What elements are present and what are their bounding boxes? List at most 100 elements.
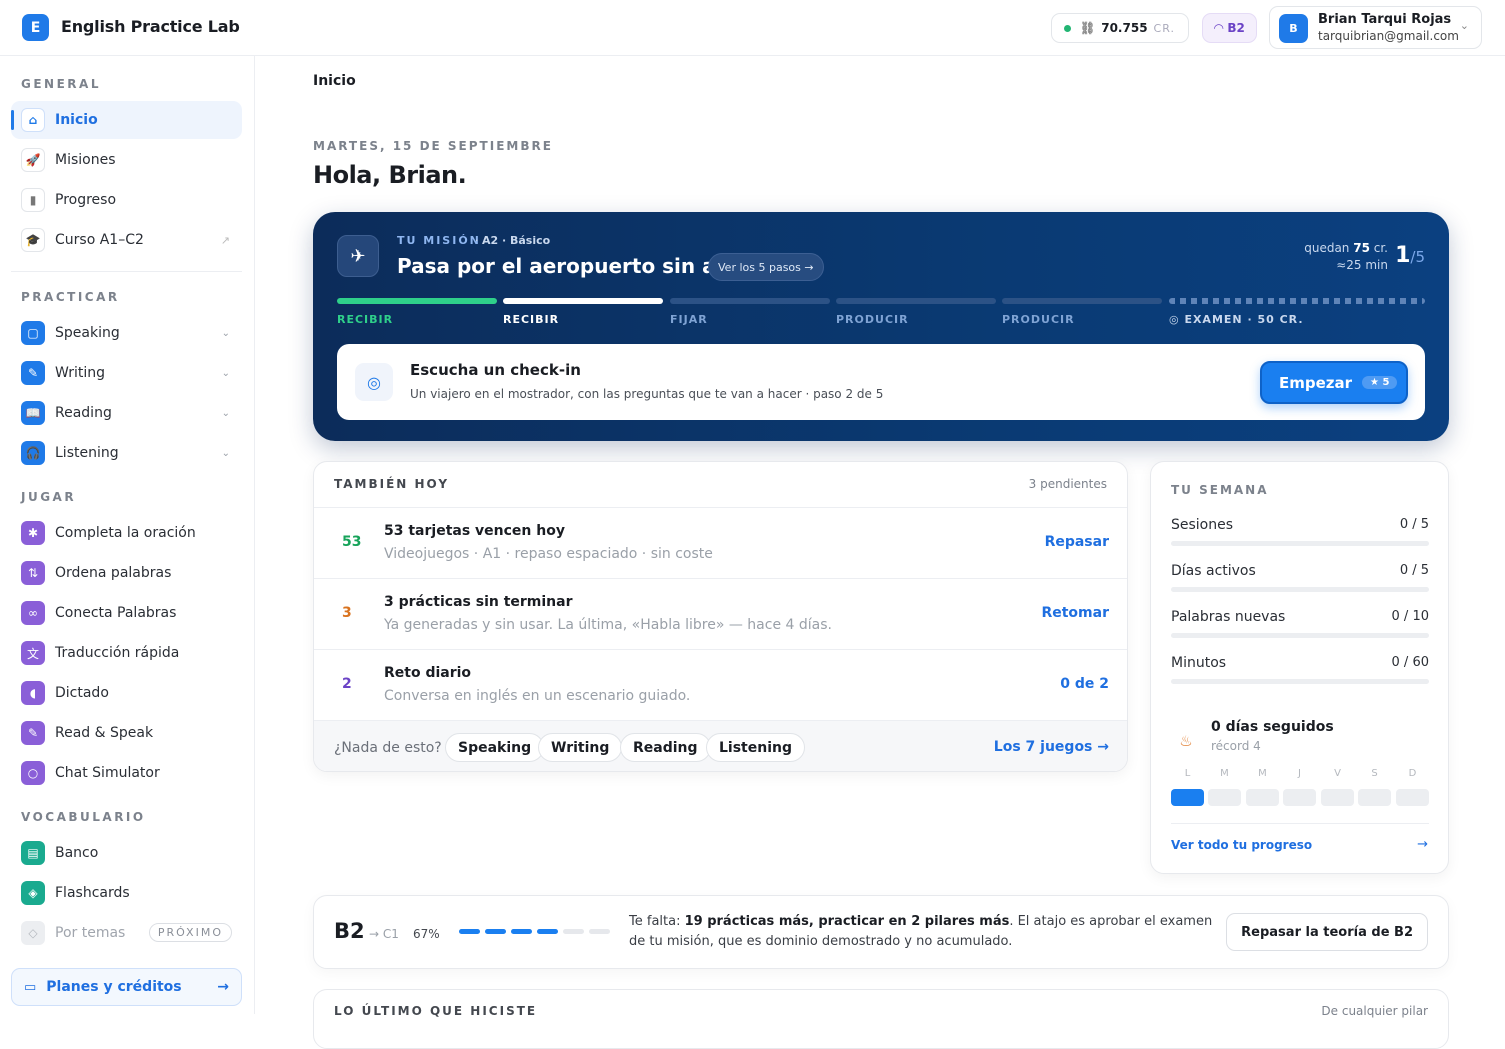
step-progress-3 (670, 298, 830, 304)
level-progress-segment (537, 929, 558, 934)
sidebar-item-label: Reading (55, 405, 112, 421)
plans-credits-button[interactable]: ▭ Planes y créditos → (11, 968, 242, 1006)
item-subtitle: Conversa en inglés en un escenario guiad… (384, 688, 691, 704)
all-games-link[interactable]: Los 7 juegos → (994, 739, 1109, 755)
chip-writing[interactable]: Writing (538, 733, 623, 762)
step-label-2: RECIBIR (503, 313, 560, 326)
app-logo[interactable]: E (22, 14, 49, 41)
remaining-suffix: cr. (1369, 241, 1388, 255)
translate-icon: 文 (21, 641, 45, 665)
day-label: M (1220, 768, 1229, 779)
level-progress-segment (563, 929, 584, 934)
next-level: → C1 (369, 927, 399, 941)
sidebar-item-label: Flashcards (55, 885, 130, 901)
sidebar-item-traduccion[interactable]: 文 Traducción rápida (11, 634, 242, 672)
task-title: Escucha un check-in (410, 361, 581, 379)
last-activity-filter[interactable]: De cualquier pilar (1321, 1004, 1428, 1018)
sidebar-item-writing[interactable]: ✎ Writing ⌄ (11, 354, 242, 392)
message-icon: ○ (21, 761, 45, 785)
arrow-right-icon[interactable]: → (1417, 837, 1428, 852)
sidebar-item-inicio[interactable]: ⌂ Inicio (11, 101, 242, 139)
flame-icon: ♨ (1179, 732, 1193, 750)
arrow-right-icon: → (217, 979, 229, 995)
sidebar-item-flashcards[interactable]: ◈ Flashcards (11, 874, 242, 912)
chip-listening[interactable]: Listening (706, 733, 805, 762)
target-icon: ◎ (355, 363, 393, 401)
chevron-down-icon: ⌄ (221, 327, 230, 339)
view-progress-link[interactable]: Ver todo tu progreso (1171, 838, 1312, 852)
sidebar-item-speaking[interactable]: ▢ Speaking ⌄ (11, 314, 242, 352)
mission-card: ✈ TU MISIÓN · A2 · Básico Pasa por el ae… (313, 212, 1449, 441)
review-button[interactable]: Repasar (1045, 534, 1109, 550)
sidebar-item-banco[interactable]: ▤ Banco (11, 834, 242, 872)
list-item[interactable]: 3 3 prácticas sin terminar Ya generadas … (314, 578, 1127, 649)
chevron-down-icon: ⌄ (221, 447, 230, 459)
streak-text: 0 días seguidos (1211, 719, 1334, 735)
link-icon: ∞ (21, 601, 45, 625)
wallet-icon: ▭ (24, 979, 37, 995)
sidebar-item-completa[interactable]: ✱ Completa la oración (11, 514, 242, 552)
level-badge[interactable]: ◠ B2 (1202, 13, 1257, 43)
bar-chart-icon: ▮ (21, 188, 45, 212)
stat-label: Días activos (1171, 563, 1256, 579)
sidebar-item-label: Writing (55, 365, 105, 381)
sidebar-item-curso[interactable]: 🎓 Curso A1–C2 ↗ (11, 221, 242, 259)
review-theory-button[interactable]: Repasar la teoría de B2 (1226, 913, 1428, 951)
sidebar-item-ordena[interactable]: ⇅ Ordena palabras (11, 554, 242, 592)
stat-value: 0 / 60 (1391, 655, 1429, 670)
also-today-card: TAMBIÉN HOY 3 pendientes 53 53 tarjetas … (313, 461, 1128, 772)
sidebar-item-reading[interactable]: 📖 Reading ⌄ (11, 394, 242, 432)
week-stat-minutos: Minutos 0 / 60 (1171, 655, 1429, 684)
sidebar-item-conecta[interactable]: ∞ Conecta Palabras (11, 594, 242, 632)
user-menu[interactable]: B Brian Tarqui Rojas tarquibrian@gmail.c… (1269, 6, 1482, 49)
sidebar-item-label: Completa la oración (55, 525, 196, 541)
pencil-icon: ✎ (21, 361, 45, 385)
day-box (1283, 789, 1316, 806)
credits-unit: CR. (1153, 21, 1175, 35)
sidebar-item-misiones[interactable]: 🚀 Misiones (11, 141, 242, 179)
chip-reading[interactable]: Reading (620, 733, 711, 762)
app-name[interactable]: English Practice Lab (61, 17, 240, 36)
footer-question: ¿Nada de esto? (334, 740, 442, 756)
sidebar-item-dictado[interactable]: ◖ Dictado (11, 674, 242, 712)
status-dot (1064, 24, 1071, 32)
sidebar-item-label: Ordena palabras (55, 565, 172, 581)
breadcrumb: Inicio (313, 73, 356, 89)
credits-badge[interactable]: ⛓ 70.755 CR. (1051, 13, 1189, 43)
section-general: GENERAL (21, 77, 101, 91)
mission-label: TU MISIÓN (397, 234, 481, 247)
list-item[interactable]: 2 Reto diario Conversa en inglés en un e… (314, 649, 1127, 720)
level-advice: Te falta: 19 prácticas más, practicar en… (629, 912, 1229, 952)
day-box (1208, 789, 1241, 806)
divider (11, 271, 242, 272)
sidebar-item-label: Banco (55, 845, 99, 861)
sidebar-item-read-speak[interactable]: ✎ Read & Speak (11, 714, 242, 752)
reward-pill: ★ 5 (1362, 376, 1398, 389)
day-box (1358, 789, 1391, 806)
start-button[interactable]: Empezar ★ 5 (1260, 361, 1408, 404)
sidebar-item-label: Traducción rápida (55, 645, 180, 661)
remaining-prefix: quedan (1304, 241, 1354, 255)
user-name: Brian Tarqui Rojas (1318, 12, 1452, 27)
sidebar-item-listening[interactable]: 🎧 Listening ⌄ (11, 434, 242, 472)
day-label: S (1371, 768, 1378, 779)
step-current: 1 (1395, 243, 1411, 268)
coming-soon-badge: PRÓXIMO (148, 923, 232, 942)
link-icon: ⛓ (1080, 21, 1096, 35)
section-jugar: JUGAR (21, 490, 77, 504)
also-today-title: TAMBIÉN HOY (334, 477, 450, 491)
chip-speaking[interactable]: Speaking (445, 733, 545, 762)
sidebar-item-chat-simulator[interactable]: ○ Chat Simulator (11, 754, 242, 792)
resume-button[interactable]: Retomar (1041, 605, 1109, 621)
mission-step-counter: 1/5 (1395, 243, 1425, 268)
view-steps-button[interactable]: Ver los 5 pasos → (708, 253, 824, 281)
day-label: J (1298, 768, 1301, 779)
sidebar-item-progreso[interactable]: ▮ Progreso (11, 181, 242, 219)
challenge-progress-button[interactable]: 0 de 2 (1060, 676, 1109, 692)
chevron-down-icon: ⌄ (1459, 19, 1469, 32)
list-item[interactable]: 53 53 tarjetas vencen hoy Videojuegos · … (314, 507, 1127, 578)
item-title: 3 prácticas sin terminar (384, 594, 573, 610)
sidebar-item-label: Dictado (55, 685, 109, 701)
current-task-card: ◎ Escucha un check-in Un viajero en el m… (337, 344, 1425, 420)
tag-icon: ◇ (21, 921, 45, 945)
